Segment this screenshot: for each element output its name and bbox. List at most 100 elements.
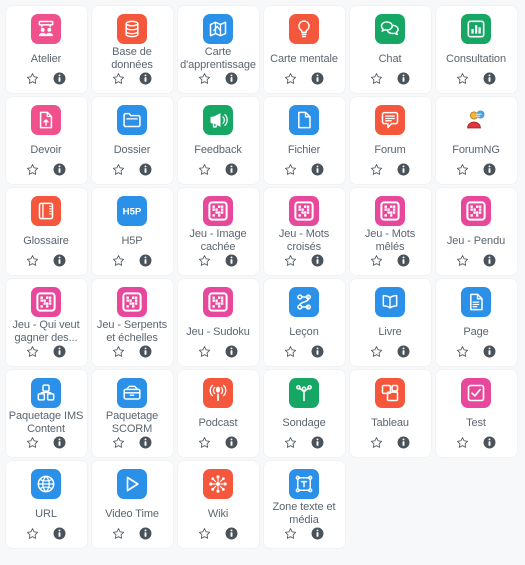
star-outline-icon[interactable] [456,345,469,358]
info-circle-icon[interactable] [311,163,324,176]
info-circle-icon[interactable] [397,436,410,449]
star-outline-icon[interactable] [112,436,125,449]
activity-card[interactable]: Consultation [435,6,517,93]
activity-card[interactable]: H5P H5P [91,188,173,275]
star-outline-icon[interactable] [370,163,383,176]
activity-card[interactable]: Jeu - Image cachée [177,188,259,275]
star-outline-icon[interactable] [456,254,469,267]
star-outline-icon[interactable] [198,436,211,449]
star-outline-icon[interactable] [26,254,39,267]
info-circle-icon[interactable] [483,72,496,85]
star-outline-icon[interactable] [284,72,297,85]
star-outline-icon[interactable] [198,254,211,267]
activity-card[interactable]: Sondage [263,370,345,457]
info-circle-icon[interactable] [139,527,152,540]
star-outline-icon[interactable] [284,163,297,176]
activity-card[interactable]: Video Time [91,461,173,548]
star-outline-icon[interactable] [198,345,211,358]
info-circle-icon[interactable] [397,163,410,176]
star-outline-icon[interactable] [370,72,383,85]
star-outline-icon[interactable] [112,345,125,358]
activity-card[interactable]: Podcast [177,370,259,457]
star-outline-icon[interactable] [26,527,39,540]
info-circle-icon[interactable] [225,254,238,267]
info-circle-icon[interactable] [483,345,496,358]
activity-card[interactable]: Base de données [91,6,173,93]
info-circle-icon[interactable] [311,254,324,267]
star-outline-icon[interactable] [284,345,297,358]
activity-card[interactable]: Jeu - Mots mêlés [349,188,431,275]
info-circle-icon[interactable] [139,345,152,358]
star-outline-icon[interactable] [112,163,125,176]
activity-card[interactable]: Zone texte et média [263,461,345,548]
star-outline-icon[interactable] [26,72,39,85]
star-outline-icon[interactable] [198,527,211,540]
info-circle-icon[interactable] [53,163,66,176]
info-circle-icon[interactable] [397,345,410,358]
activity-card[interactable]: Jeu - Mots croisés [263,188,345,275]
activity-card[interactable]: Devoir [5,97,87,184]
activity-card[interactable]: Jeu - Pendu [435,188,517,275]
info-circle-icon[interactable] [311,436,324,449]
info-circle-icon[interactable] [311,345,324,358]
info-circle-icon[interactable] [311,72,324,85]
activity-card[interactable]: Tableau [349,370,431,457]
activity-card[interactable]: Carte mentale [263,6,345,93]
info-circle-icon[interactable] [397,254,410,267]
star-outline-icon[interactable] [26,436,39,449]
star-outline-icon[interactable] [370,345,383,358]
star-outline-icon[interactable] [284,436,297,449]
info-circle-icon[interactable] [53,527,66,540]
activity-card[interactable]: Dossier [91,97,173,184]
star-outline-icon[interactable] [370,436,383,449]
activity-card[interactable]: Glossaire [5,188,87,275]
activity-card[interactable]: Fichier [263,97,345,184]
info-circle-icon[interactable] [483,254,496,267]
activity-card[interactable]: Forum [349,97,431,184]
info-circle-icon[interactable] [225,436,238,449]
activity-card[interactable]: Wiki [177,461,259,548]
star-outline-icon[interactable] [456,163,469,176]
activity-card[interactable]: Jeu - Serpents et échelles [91,279,173,366]
activity-card[interactable]: Feedback [177,97,259,184]
activity-card[interactable]: URL [5,461,87,548]
star-outline-icon[interactable] [26,163,39,176]
activity-card[interactable]: Paquetage IMS Content [5,370,87,457]
info-circle-icon[interactable] [483,436,496,449]
star-outline-icon[interactable] [112,254,125,267]
info-circle-icon[interactable] [397,72,410,85]
activity-card[interactable]: Atelier [5,6,87,93]
activity-card[interactable]: ForumNG [435,97,517,184]
info-circle-icon[interactable] [53,345,66,358]
info-circle-icon[interactable] [139,436,152,449]
activity-card[interactable]: Leçon [263,279,345,366]
star-outline-icon[interactable] [26,345,39,358]
info-circle-icon[interactable] [225,163,238,176]
activity-card[interactable]: Carte d'apprentissage [177,6,259,93]
activity-card[interactable]: Chat [349,6,431,93]
activity-card[interactable]: Jeu - Sudoku [177,279,259,366]
info-circle-icon[interactable] [53,72,66,85]
activity-card[interactable]: Jeu - Qui veut gagner des... [5,279,87,366]
star-outline-icon[interactable] [284,254,297,267]
info-circle-icon[interactable] [139,163,152,176]
star-outline-icon[interactable] [456,72,469,85]
info-circle-icon[interactable] [225,527,238,540]
info-circle-icon[interactable] [483,163,496,176]
star-outline-icon[interactable] [198,163,211,176]
activity-card[interactable]: Livre [349,279,431,366]
info-circle-icon[interactable] [139,72,152,85]
star-outline-icon[interactable] [112,72,125,85]
info-circle-icon[interactable] [53,254,66,267]
star-outline-icon[interactable] [112,527,125,540]
star-outline-icon[interactable] [284,527,297,540]
info-circle-icon[interactable] [225,345,238,358]
info-circle-icon[interactable] [311,527,324,540]
star-outline-icon[interactable] [456,436,469,449]
star-outline-icon[interactable] [370,254,383,267]
star-outline-icon[interactable] [198,72,211,85]
info-circle-icon[interactable] [53,436,66,449]
activity-card[interactable]: Paquetage SCORM [91,370,173,457]
info-circle-icon[interactable] [139,254,152,267]
activity-card[interactable]: Test [435,370,517,457]
